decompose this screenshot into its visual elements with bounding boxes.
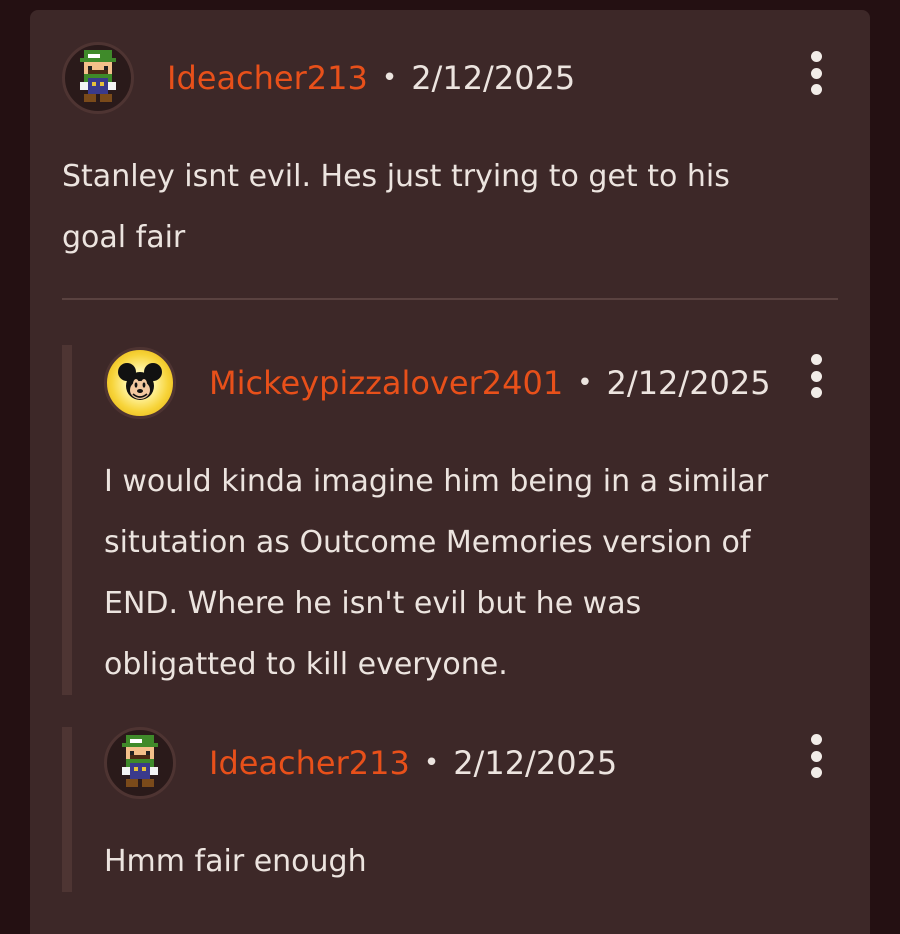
luigi-avatar-icon[interactable] bbox=[62, 42, 134, 114]
comment-line: Stanley isnt evil. Hes just trying to ge… bbox=[62, 159, 730, 194]
luigi-avatar-icon[interactable] bbox=[104, 727, 176, 799]
more-options-icon[interactable] bbox=[806, 51, 826, 95]
comment-header: Ideacher213 • 2/12/2025 bbox=[62, 42, 575, 114]
reply-header: Mickeypizzalover2401 • 2/12/2025 bbox=[104, 347, 771, 419]
reply-line: situtation as Outcome Memories version o… bbox=[104, 525, 751, 560]
reply-thread-rail bbox=[62, 345, 72, 695]
separator-dot: • bbox=[381, 63, 398, 93]
reply-date: 2/12/2025 bbox=[606, 364, 771, 402]
more-options-icon[interactable] bbox=[806, 734, 826, 778]
reply-username[interactable]: Ideacher213 bbox=[209, 744, 410, 782]
separator-dot: • bbox=[577, 368, 593, 398]
reply-line: Hmm fair enough bbox=[104, 844, 367, 879]
reply-line: I would kinda imagine him being in a sim… bbox=[104, 464, 769, 499]
reply-thread-rail bbox=[62, 727, 72, 892]
mickey-avatar-icon[interactable] bbox=[104, 347, 176, 419]
reply-date: 2/12/2025 bbox=[453, 744, 618, 782]
reply-line: END. Where he isn't evil but he was bbox=[104, 586, 642, 621]
page: Ideacher213 • 2/12/2025 Stanley isnt evi… bbox=[0, 0, 900, 934]
reply-body: Hmm fair enough bbox=[104, 831, 367, 892]
reply-line: obligatted to kill everyone. bbox=[104, 647, 508, 682]
comment-date: 2/12/2025 bbox=[411, 59, 576, 97]
reply-username[interactable]: Mickeypizzalover2401 bbox=[209, 364, 563, 402]
divider bbox=[62, 298, 838, 300]
comment-line: goal fair bbox=[62, 220, 186, 255]
comment-username[interactable]: Ideacher213 bbox=[167, 59, 368, 97]
comment-body: Stanley isnt evil. Hes just trying to ge… bbox=[62, 146, 730, 268]
reply-header: Ideacher213 • 2/12/2025 bbox=[104, 727, 617, 799]
reply-body: I would kinda imagine him being in a sim… bbox=[104, 451, 768, 695]
separator-dot: • bbox=[423, 748, 440, 778]
more-options-icon[interactable] bbox=[806, 354, 826, 398]
